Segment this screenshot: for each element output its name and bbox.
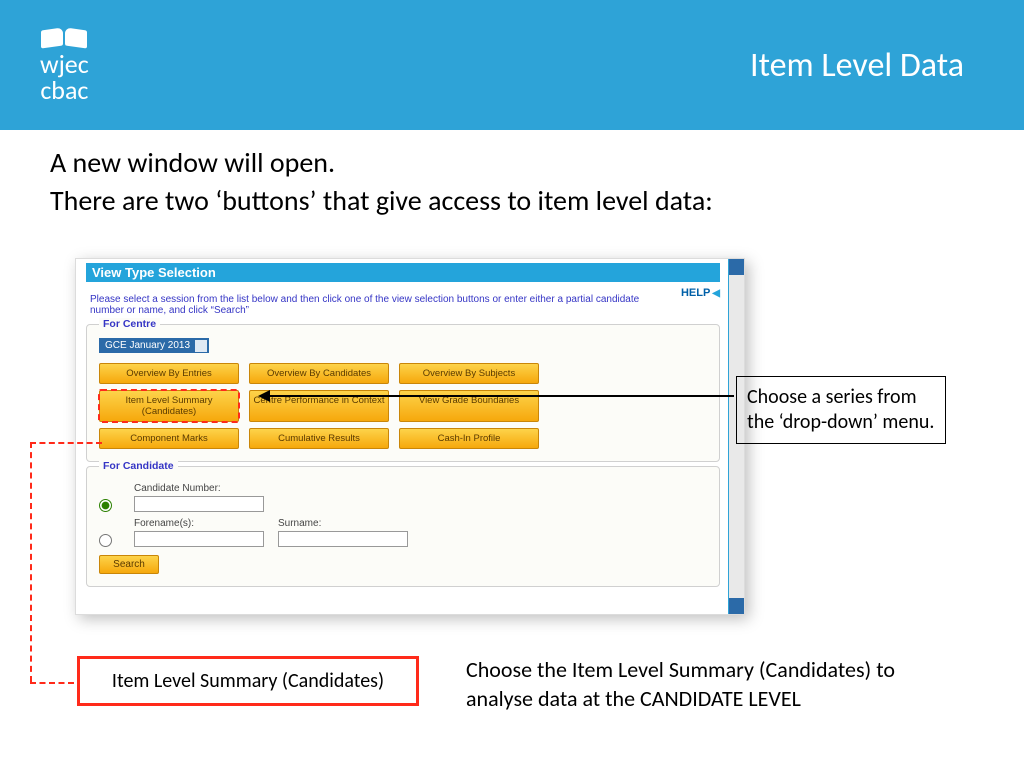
series-value: GCE January 2013 — [105, 340, 190, 351]
label-surname: Surname: — [278, 518, 408, 529]
scroll-down-icon[interactable] — [729, 598, 744, 614]
callout-dropdown: Choose a series from the ‘drop-down’ men… — [736, 376, 946, 444]
intro-line-1: A new window will open. — [50, 144, 974, 182]
wjec-logo: wjec cbac — [40, 27, 89, 103]
instruction-text: Please select a session from the list be… — [90, 294, 661, 316]
series-dropdown[interactable]: GCE January 2013 — [99, 338, 209, 353]
page-title: Item Level Data — [750, 45, 964, 86]
book-icon — [41, 27, 87, 49]
btn-overview-candidates[interactable]: Overview By Candidates — [249, 363, 389, 384]
input-candidate-number[interactable] — [134, 496, 264, 512]
dashed-connector-h1 — [30, 442, 102, 444]
btn-cashin-profile[interactable]: Cash-In Profile — [399, 428, 539, 449]
panel-for-centre: For Centre GCE January 2013 Overview By … — [86, 324, 720, 462]
btn-item-level-summary[interactable]: Item Level Summary (Candidates) — [99, 390, 239, 422]
logo-text-cbac: cbac — [40, 77, 88, 103]
chevron-down-icon — [198, 343, 204, 347]
radio-by-number[interactable] — [99, 499, 112, 512]
arrow-to-dropdown — [268, 395, 734, 397]
search-button[interactable]: Search — [99, 555, 159, 574]
intro-line-2: There are two ‘buttons’ that give access… — [50, 182, 974, 220]
callout-item-level: Item Level Summary (Candidates) — [77, 656, 419, 706]
input-surname[interactable] — [278, 531, 408, 547]
dashed-connector-h2 — [30, 682, 74, 684]
explain-text: Choose the Item Level Summary (Candidate… — [466, 656, 926, 713]
btn-overview-entries[interactable]: Overview By Entries — [99, 363, 239, 384]
dashed-connector-v — [30, 442, 32, 682]
radio-by-name[interactable] — [99, 534, 112, 547]
scroll-up-icon[interactable] — [729, 259, 744, 275]
screenshot-window: View Type Selection HELP Please select a… — [75, 258, 745, 615]
btn-cumulative-results[interactable]: Cumulative Results — [249, 428, 389, 449]
panel-title-candidate: For Candidate — [99, 460, 178, 472]
panel-for-candidate: For Candidate Candidate Number: Forename… — [86, 466, 720, 587]
slide-banner: wjec cbac Item Level Data — [0, 0, 1024, 130]
help-link[interactable]: HELP — [681, 287, 720, 299]
btn-component-marks[interactable]: Component Marks — [99, 428, 239, 449]
label-candidate-number: Candidate Number: — [134, 483, 264, 494]
centre-button-grid: Overview By Entries Overview By Candidat… — [99, 363, 707, 449]
label-forename: Forename(s): — [134, 518, 264, 529]
btn-overview-subjects[interactable]: Overview By Subjects — [399, 363, 539, 384]
panel-title-centre: For Centre — [99, 318, 160, 330]
window-header: View Type Selection — [86, 263, 720, 282]
intro-text: A new window will open. There are two ‘b… — [0, 130, 1024, 230]
input-forename[interactable] — [134, 531, 264, 547]
